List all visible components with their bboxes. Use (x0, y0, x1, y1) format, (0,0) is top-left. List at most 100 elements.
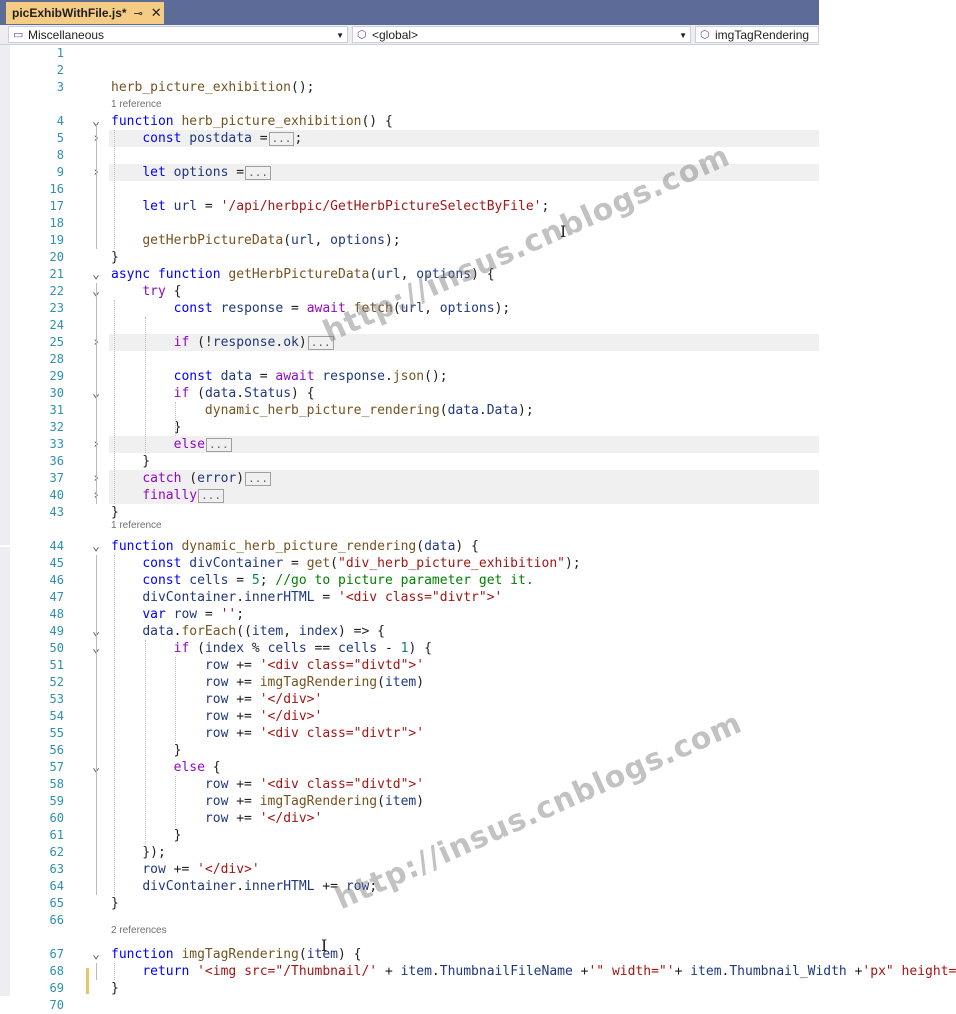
collapsed-region[interactable]: ... (245, 166, 271, 180)
code-text[interactable]: row += '<div class="divtd">' (111, 776, 424, 793)
code-text[interactable]: divContainer.innerHTML = '<div class="di… (111, 589, 502, 606)
code-text[interactable]: row += imgTagRendering(item) (111, 674, 424, 691)
code-text[interactable]: finally... (111, 487, 224, 504)
code-line[interactable]: 30 ⌄ if (data.Status) { (0, 385, 956, 402)
code-line[interactable]: 9 › let options =... (0, 164, 956, 181)
project-dropdown[interactable]: ▭ Miscellaneous ▼ (8, 26, 348, 43)
code-text[interactable]: const response = await fetch(url, option… (111, 300, 511, 317)
codelens-references[interactable]: 2 references (111, 924, 167, 937)
code-text[interactable]: } (111, 419, 182, 436)
code-text[interactable]: var row = ''; (111, 606, 244, 623)
code-line[interactable]: 47 divContainer.innerHTML = '<div class=… (0, 589, 956, 606)
code-line[interactable]: 44 ⌄ function dynamic_herb_picture_renderi… (0, 538, 956, 555)
code-line[interactable]: 64 divContainer.innerHTML += row; (0, 878, 956, 895)
code-line[interactable]: 59 row += imgTagRendering(item) (0, 793, 956, 810)
document-tab[interactable]: picExhibWithFile.js* ⊸ ✕ (6, 2, 164, 24)
codelens-references[interactable]: 1 reference (111, 519, 162, 532)
code-text[interactable]: if (data.Status) { (111, 385, 315, 402)
code-line[interactable]: 53 row += '</div>' (0, 691, 956, 708)
code-text[interactable]: } (111, 453, 150, 470)
code-line[interactable]: 16 (0, 181, 956, 198)
fold-expanded-icon[interactable]: ⌄ (90, 538, 102, 555)
code-line[interactable]: 70 (0, 997, 956, 1014)
code-text[interactable]: catch (error)... (111, 470, 271, 487)
code-line[interactable]: 49 ⌄ data.forEach((item, index) => { (0, 623, 956, 640)
code-text[interactable]: } (111, 980, 119, 997)
code-line[interactable]: 63 row += '</div>' (0, 861, 956, 878)
code-text[interactable]: data.forEach((item, index) => { (111, 623, 385, 640)
code-text[interactable]: row += imgTagRendering(item) (111, 793, 424, 810)
code-text[interactable]: try { (111, 283, 181, 300)
code-text[interactable]: const divContainer = get("div_herb_pictu… (111, 555, 580, 572)
code-line[interactable]: 17 let url = '/api/herbpic/GetHerbPictur… (0, 198, 956, 215)
collapsed-region[interactable]: ... (198, 489, 224, 503)
code-line[interactable]: 4 ⌄ function herb_picture_exhibition() { (0, 113, 956, 130)
code-line[interactable]: 58 row += '<div class="divtd">' (0, 776, 956, 793)
code-text[interactable]: else { (111, 759, 221, 776)
code-text[interactable]: const data = await response.json(); (111, 368, 448, 385)
code-line[interactable]: 1 (0, 45, 956, 62)
code-line[interactable]: 51 row += '<div class="divtd">' (0, 657, 956, 674)
code-text[interactable]: row += '</div>' (111, 691, 322, 708)
code-line[interactable]: 32 } (0, 419, 956, 436)
code-line[interactable]: 33 › else... (0, 436, 956, 453)
code-line[interactable]: 69} (0, 980, 956, 997)
collapsed-region[interactable]: ... (205, 438, 232, 452)
collapsed-region[interactable]: ... (268, 132, 295, 146)
code-line[interactable]: 57 ⌄ else { (0, 759, 956, 776)
code-line[interactable]: 24 (0, 317, 956, 334)
pin-icon[interactable]: ⊸ (134, 7, 143, 20)
code-line[interactable]: 56 } (0, 742, 956, 759)
code-line[interactable]: 25 › if (!response.ok)... (0, 334, 956, 351)
code-text[interactable]: } (111, 249, 119, 266)
code-line[interactable]: 68 return '<img src="/Thumbnail/' + item… (0, 963, 956, 980)
code-line[interactable]: 5 › const postdata =...; (0, 130, 956, 147)
codelens-references[interactable]: 1 reference (111, 98, 162, 111)
code-line[interactable]: 37 › catch (error)... (0, 470, 956, 487)
code-text[interactable]: else... (111, 436, 232, 453)
code-line[interactable]: 29 const data = await response.json(); (0, 368, 956, 385)
code-line[interactable]: 67 ⌄ function imgTagRendering(item) { (0, 946, 956, 963)
member-dropdown[interactable]: ⬡ imgTagRendering (695, 26, 819, 43)
close-icon[interactable]: ✕ (151, 5, 162, 21)
code-text[interactable]: row += '</div>' (111, 708, 322, 725)
code-text[interactable]: const cells = 5; //go to picture paramet… (111, 572, 533, 589)
code-text[interactable]: row += '</div>' (111, 861, 259, 878)
code-line[interactable]: 55 row += '<div class="divtr">' (0, 725, 956, 742)
code-line[interactable]: 50 ⌄ if (index % cells == cells - 1) { (0, 640, 956, 657)
code-text[interactable]: }); (111, 844, 166, 861)
code-text[interactable]: function herb_picture_exhibition() { (111, 113, 393, 130)
code-text[interactable]: row += '<div class="divtr">' (111, 725, 424, 742)
code-line[interactable]: 54 row += '</div>' (0, 708, 956, 725)
code-line[interactable]: 46 const cells = 5; //go to picture para… (0, 572, 956, 589)
code-text[interactable]: row += '<div class="divtd">' (111, 657, 424, 674)
code-text[interactable]: const postdata =...; (111, 130, 302, 147)
code-text[interactable]: function dynamic_herb_picture_rendering(… (111, 538, 479, 555)
code-line[interactable]: 48 var row = ''; (0, 606, 956, 623)
code-text[interactable]: let url = '/api/herbpic/GetHerbPictureSe… (111, 198, 549, 215)
code-text[interactable]: } (111, 742, 182, 759)
code-line[interactable]: 52 row += imgTagRendering(item) (0, 674, 956, 691)
code-text[interactable]: let options =... (111, 164, 271, 181)
code-text[interactable]: if (index % cells == cells - 1) { (111, 640, 432, 657)
code-line[interactable]: 31 dynamic_herb_picture_rendering(data.D… (0, 402, 956, 419)
code-text[interactable]: } (111, 895, 119, 912)
collapsed-region[interactable]: ... (245, 472, 271, 486)
code-text[interactable]: getHerbPictureData(url, options); (111, 232, 400, 249)
code-line[interactable]: 45 const divContainer = get("div_herb_pi… (0, 555, 956, 572)
code-line[interactable]: 8 (0, 147, 956, 164)
code-line[interactable]: 18 (0, 215, 956, 232)
code-line[interactable]: 22 ⌄ try { (0, 283, 956, 300)
code-line[interactable]: 40 › finally... (0, 487, 956, 504)
code-text[interactable]: herb_picture_exhibition(); (111, 79, 315, 96)
code-text[interactable]: } (111, 827, 182, 844)
code-line[interactable]: 36 } (0, 453, 956, 470)
code-line[interactable]: 65} (0, 895, 956, 912)
fold-expanded-icon[interactable]: ⌄ (90, 946, 102, 963)
scope-dropdown[interactable]: ⬡ <global> ▼ (352, 26, 691, 43)
code-line[interactable]: 23 const response = await fetch(url, opt… (0, 300, 956, 317)
code-text[interactable]: row += '</div>' (111, 810, 322, 827)
code-line[interactable]: 28 (0, 351, 956, 368)
fold-expanded-icon[interactable]: ⌄ (90, 266, 102, 283)
code-line[interactable]: 3 herb_picture_exhibition(); (0, 79, 956, 96)
